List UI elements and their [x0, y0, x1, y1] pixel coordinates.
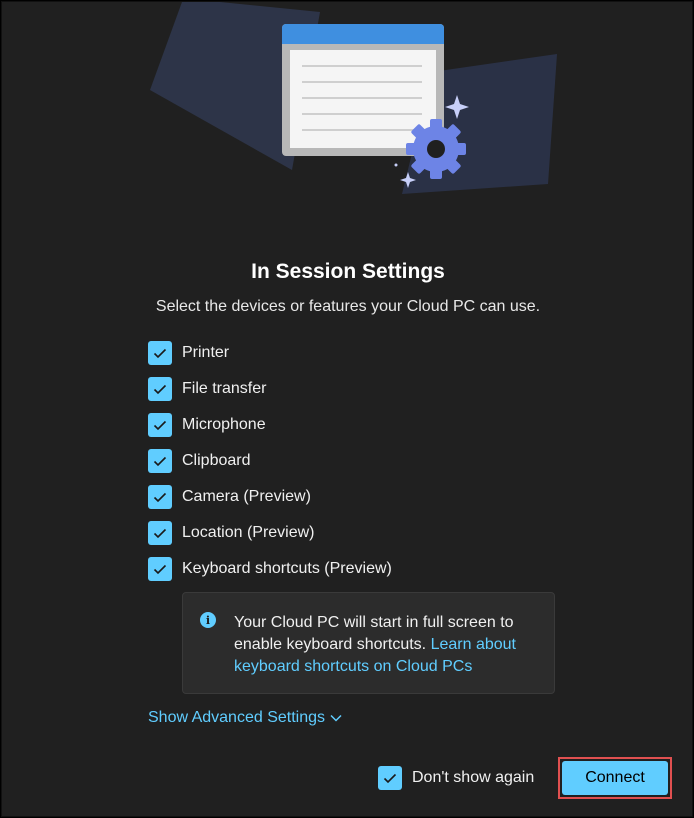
- microphone-checkbox[interactable]: [148, 413, 172, 437]
- option-file-transfer[interactable]: File transfer: [148, 377, 266, 401]
- checkmark-icon: [153, 384, 167, 394]
- option-label: Location (Preview): [182, 524, 315, 541]
- dont-show-again-checkbox[interactable]: [378, 766, 402, 790]
- checkmark-icon: [153, 348, 167, 358]
- file-transfer-checkbox[interactable]: [148, 377, 172, 401]
- printer-checkbox[interactable]: [148, 341, 172, 365]
- option-label: Camera (Preview): [182, 488, 311, 505]
- info-message: Your Cloud PC will start in full screen …: [234, 612, 539, 678]
- option-camera[interactable]: Camera (Preview): [148, 485, 311, 509]
- checkmark-icon: [153, 564, 167, 574]
- location-checkbox[interactable]: [148, 521, 172, 545]
- checkmark-icon: [383, 773, 397, 783]
- option-keyboard-shortcuts[interactable]: Keyboard shortcuts (Preview): [148, 557, 392, 581]
- gear-icon: [406, 119, 466, 179]
- option-clipboard[interactable]: Clipboard: [148, 449, 250, 473]
- checkmark-icon: [153, 528, 167, 538]
- show-advanced-settings-link[interactable]: Show Advanced Settings: [148, 709, 342, 727]
- dont-show-again-label: Don't show again: [412, 769, 535, 786]
- option-location[interactable]: Location (Preview): [148, 521, 315, 545]
- option-label: File transfer: [182, 380, 267, 397]
- info-icon: i: [200, 612, 216, 628]
- connect-button[interactable]: Connect: [562, 761, 668, 795]
- keyboard-shortcuts-checkbox[interactable]: [148, 557, 172, 581]
- option-printer[interactable]: Printer: [148, 341, 229, 365]
- in-session-settings-dialog: In Session Settings Select the devices o…: [1, 1, 693, 817]
- option-label: Keyboard shortcuts (Preview): [182, 560, 392, 577]
- option-label: Printer: [182, 344, 230, 361]
- checkmark-icon: [153, 420, 167, 430]
- option-label: Microphone: [182, 416, 266, 433]
- option-label: Clipboard: [182, 452, 251, 469]
- checkmark-icon: [153, 492, 167, 502]
- settings-illustration: [150, 2, 557, 194]
- camera-checkbox[interactable]: [148, 485, 172, 509]
- clipboard-checkbox[interactable]: [148, 449, 172, 473]
- advanced-settings-label: Show Advanced Settings: [148, 709, 326, 726]
- dialog-title: In Session Settings: [251, 260, 445, 283]
- chevron-down-icon: [330, 714, 342, 722]
- keyboard-info-bar: i Your Cloud PC will start in full scree…: [182, 592, 555, 694]
- option-microphone[interactable]: Microphone: [148, 413, 266, 437]
- checkmark-icon: [153, 456, 167, 466]
- dont-show-again-option[interactable]: Don't show again: [378, 766, 534, 790]
- dialog-subtitle: Select the devices or features your Clou…: [155, 298, 541, 315]
